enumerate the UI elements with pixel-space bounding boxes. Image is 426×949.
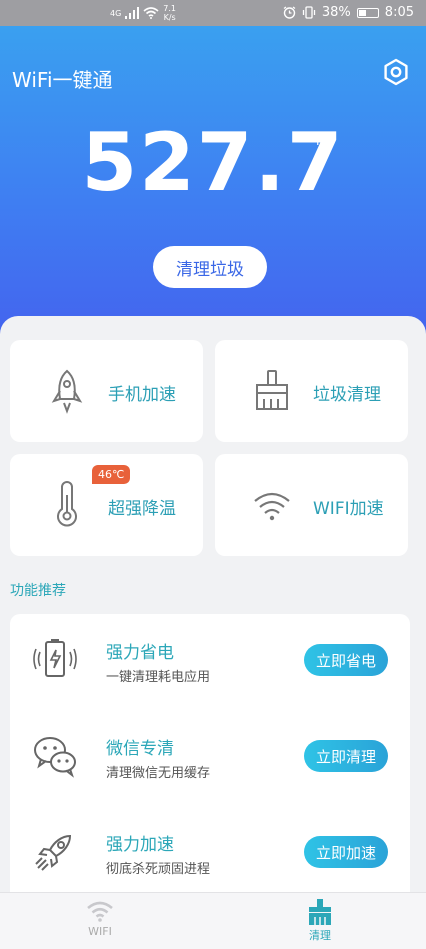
- battery-saver-icon: [33, 639, 77, 677]
- recommend-card: 强力省电 一键清理耗电应用 立即省电 微信专清 清理微信无用缓存 立即清理 强力…: [10, 614, 410, 904]
- feature-label: 垃圾清理: [313, 385, 381, 405]
- wechat-icon: [34, 737, 76, 778]
- feature-card-wifi-boost[interactable]: WIFI加速: [215, 454, 408, 556]
- junk-unit: MB: [316, 134, 335, 148]
- wifi-icon: [87, 901, 113, 922]
- tab-bar: WIFI 清理: [0, 892, 426, 949]
- feature-card-cool-down[interactable]: 46℃ 超强降温: [10, 454, 203, 556]
- rocket-icon: [51, 369, 83, 414]
- vibrate-icon: [302, 6, 316, 19]
- clock: 8:05: [384, 5, 414, 20]
- junk-size: 527.7: [81, 116, 345, 209]
- battery-icon: [356, 7, 379, 18]
- app-title: WiFi一键通: [12, 68, 113, 92]
- battery-level: [358, 9, 367, 16]
- tab-label: 清理: [309, 929, 331, 942]
- recommend-subtitle: 清理微信无用缓存: [106, 766, 211, 781]
- status-right: 38% 8:05: [283, 5, 414, 20]
- feature-label: 超强降温: [108, 499, 176, 519]
- battery-percent: 38%: [321, 5, 351, 20]
- broom-icon: [256, 370, 288, 410]
- recommend-title: 强力省电: [106, 643, 174, 663]
- broom-icon: [309, 899, 331, 925]
- tab-label: WIFI: [88, 925, 112, 938]
- temperature-badge: 46℃: [92, 465, 131, 484]
- feature-card-junk-clean[interactable]: 垃圾清理: [215, 340, 408, 442]
- recommend-item-wechat-clean[interactable]: 微信专清 清理微信无用缓存 立即清理: [10, 710, 410, 800]
- main-panel: 手机加速 垃圾清理 46℃ 超强降温 WIFI加速 功能推荐 强力省电 一键清理…: [0, 316, 426, 949]
- network-speed-unit: K/s: [163, 13, 176, 22]
- network-speed-value: 7.1: [163, 4, 177, 13]
- wifi-status-icon: [143, 7, 159, 19]
- status-left: 4G 7.1 K/s: [110, 4, 176, 22]
- network-type: 4G: [110, 8, 122, 18]
- recommend-subtitle: 一键清理耗电应用: [106, 670, 211, 685]
- feature-label: WIFI加速: [313, 499, 384, 519]
- clean-junk-button[interactable]: 清理垃圾: [153, 246, 267, 288]
- recommend-subtitle: 彻底杀死顽固进程: [106, 862, 211, 877]
- signal-icon: [125, 7, 140, 19]
- feature-card-phone-boost[interactable]: 手机加速: [10, 340, 203, 442]
- status-bar: 4G 7.1 K/s 38% 8:05: [0, 0, 426, 26]
- boost-now-button[interactable]: 立即加速: [304, 836, 388, 868]
- network-speed: 7.1 K/s: [163, 4, 176, 22]
- tab-wifi[interactable]: WIFI: [40, 899, 160, 938]
- clean-now-button[interactable]: 立即清理: [304, 740, 388, 772]
- recommend-title: 强力加速: [106, 835, 174, 855]
- alarm-icon: [283, 6, 296, 19]
- header: WiFi一键通 527.7 MB 清理垃圾: [0, 26, 426, 346]
- recommend-item-power-save[interactable]: 强力省电 一键清理耗电应用 立即省电: [10, 614, 410, 704]
- feature-label: 手机加速: [108, 385, 176, 405]
- save-power-button[interactable]: 立即省电: [304, 644, 388, 676]
- rocket-launch-icon: [35, 834, 72, 871]
- wifi-icon: [254, 492, 290, 521]
- section-title-recommend: 功能推荐: [10, 583, 66, 599]
- tab-clean[interactable]: 清理: [260, 899, 380, 943]
- gear-icon[interactable]: [382, 58, 410, 86]
- thermometer-icon: [57, 481, 77, 527]
- recommend-title: 微信专清: [106, 739, 174, 759]
- recommend-item-boost[interactable]: 强力加速 彻底杀死顽固进程 立即加速: [10, 806, 410, 896]
